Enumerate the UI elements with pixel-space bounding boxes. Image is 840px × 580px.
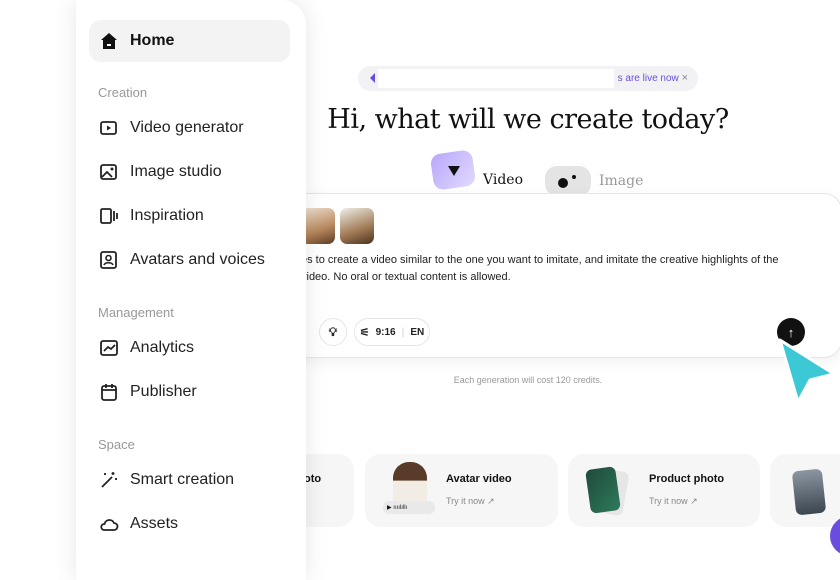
image-studio-icon	[100, 164, 117, 180]
image-icon-shape	[558, 178, 568, 188]
sidebar-item-label: Avatars and voices	[130, 251, 265, 268]
tile-image	[791, 468, 827, 516]
image-tab-icon[interactable]	[545, 166, 591, 196]
aspect-ratio: 9:16	[375, 326, 396, 338]
sidebar: Home Creation Video generator Image stud…	[76, 0, 306, 580]
banner-message: s are live now	[617, 73, 679, 84]
sidebar-item-label: Smart creation	[130, 471, 235, 488]
sidebar-item-smart-creation[interactable]: Smart creation	[89, 459, 290, 501]
announcement-banner[interactable]: s are live now ×	[358, 66, 698, 91]
video-generator-icon	[100, 121, 117, 135]
settings-chip[interactable]: ⚟ 9:16 | EN	[354, 318, 430, 346]
tile-product-photo[interactable]: Product photo Try it now ↗	[568, 454, 760, 527]
sidebar-item-label: Home	[130, 32, 175, 49]
sidebar-item-label: Analytics	[130, 339, 195, 356]
lightbulb-icon: 💡︎	[328, 324, 338, 339]
tile-title: Avatar video	[446, 473, 512, 485]
section-creation: Creation	[98, 85, 148, 100]
sidebar-item-inspiration[interactable]: Inspiration	[89, 195, 290, 237]
credits-note: Each generation will cost 120 credits.	[453, 375, 603, 385]
sidebar-item-label: Image studio	[130, 163, 222, 180]
sidebar-item-image-studio[interactable]: Image studio	[89, 151, 290, 193]
calendar-icon	[101, 384, 117, 401]
section-management: Management	[98, 305, 174, 320]
home-icon	[101, 33, 117, 49]
tab-video-label[interactable]: Video	[483, 172, 523, 188]
sidebar-item-label: Publisher	[130, 383, 197, 400]
tile-avatar-video[interactable]: ▶ ıııılıllı Avatar video Try it now ↗	[365, 454, 558, 527]
sidebar-item-label: Inspiration	[130, 207, 204, 224]
divider: |	[401, 326, 405, 338]
image-icon-dot	[572, 175, 576, 179]
sidebar-item-video-generator[interactable]: Video generator	[89, 107, 290, 149]
sidebar-item-analytics[interactable]: Analytics	[89, 327, 290, 369]
product-image	[585, 466, 621, 514]
play-icon	[448, 166, 460, 176]
page-title: Hi, what will we create today?	[327, 104, 729, 135]
analytics-icon	[100, 340, 118, 356]
reference-thumbnail[interactable]	[340, 208, 374, 244]
cloud-icon	[100, 519, 119, 531]
sidebar-item-assets[interactable]: Assets	[89, 503, 290, 545]
close-icon[interactable]: ×	[682, 72, 688, 84]
sidebar-item-home[interactable]: Home	[89, 20, 290, 62]
inspiration-button[interactable]: 💡︎	[319, 318, 347, 346]
banner-text: s are live now ×	[618, 72, 688, 84]
banner-marquee	[378, 69, 614, 88]
section-space: Space	[98, 437, 135, 452]
cursor-icon	[778, 338, 836, 404]
sliders-icon: ⚟	[359, 326, 370, 339]
tile-title: Product photo	[649, 473, 725, 485]
prompt-input[interactable]: es to create a video similar to the one …	[301, 252, 821, 286]
tile-link[interactable]: Try it now ↗	[446, 496, 495, 507]
tile-more[interactable]	[770, 454, 840, 527]
megaphone-icon	[370, 73, 375, 83]
sidebar-item-publisher[interactable]: Publisher	[89, 371, 290, 413]
tab-video[interactable]	[429, 149, 477, 191]
sidebar-item-label: Assets	[130, 515, 179, 532]
inspiration-icon	[100, 208, 118, 224]
tile-link[interactable]: Try it now ↗	[649, 496, 698, 507]
prompt-card: es to create a video similar to the one …	[282, 193, 840, 358]
magic-wand-icon	[101, 472, 117, 488]
sidebar-item-label: Video generator	[130, 119, 244, 136]
avatar-icon	[100, 251, 117, 269]
audio-waveform: ▶ ıııılıllı	[383, 501, 435, 514]
language: EN	[410, 326, 425, 338]
tab-image-label[interactable]: Image	[599, 173, 643, 189]
tile-title: oto	[304, 473, 322, 485]
sidebar-item-avatars-and-voices[interactable]: Avatars and voices	[89, 239, 290, 281]
reference-thumbnail[interactable]	[301, 208, 335, 244]
